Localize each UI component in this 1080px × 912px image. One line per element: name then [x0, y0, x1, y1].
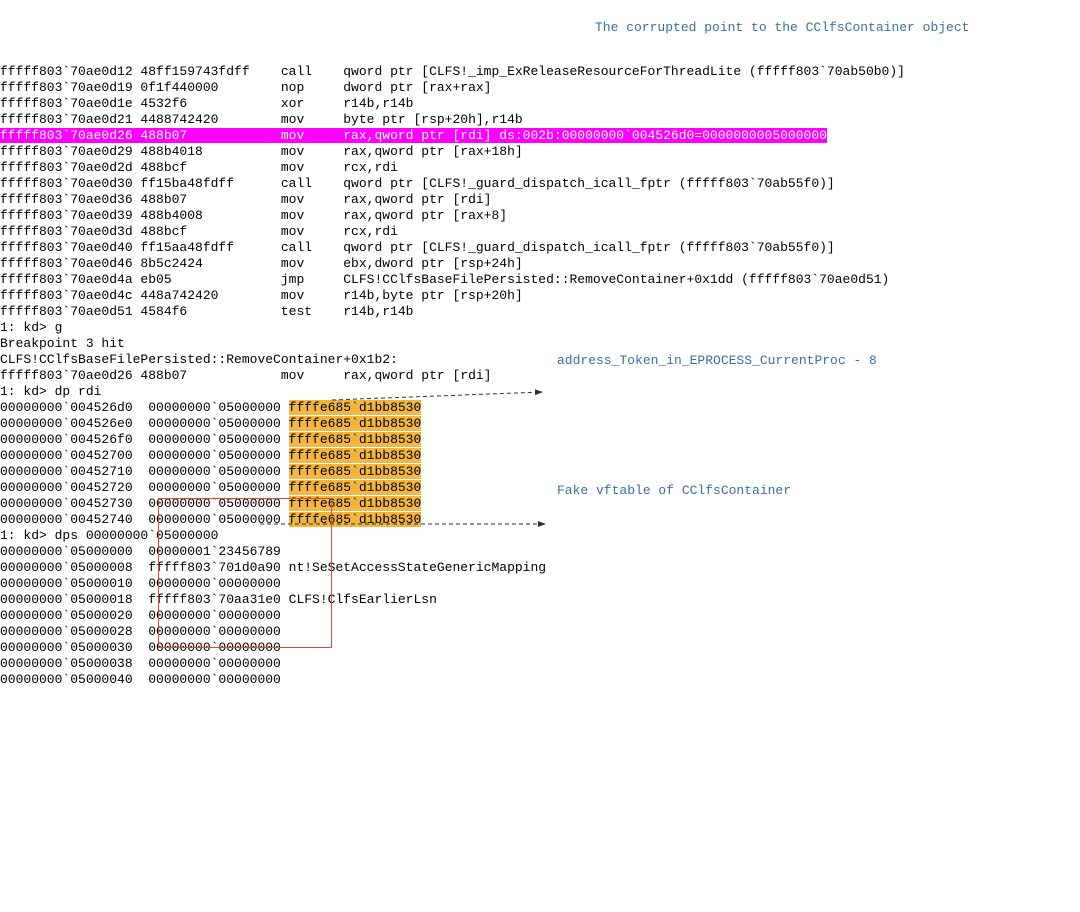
memory-row: 00000000`00452700 00000000`05000000 ffff… [0, 448, 1080, 464]
debugger-output-line: Breakpoint 3 hit [0, 336, 1080, 352]
disasm-line: fffff803`70ae0d21 4488742420 mov byte pt… [0, 112, 1080, 128]
memory-row: 00000000`00452710 00000000`05000000 ffff… [0, 464, 1080, 480]
disasm-line: fffff803`70ae0d39 488b4008 mov rax,qword… [0, 208, 1080, 224]
arrow-to-token-annot [332, 356, 552, 424]
disasm-line: fffff803`70ae0d4c 448a742420 mov r14b,by… [0, 288, 1080, 304]
disasm-line: fffff803`70ae0d12 48ff159743fdff call qw… [0, 64, 1080, 80]
disasm-line: fffff803`70ae0d51 4584f6 test r14b,r14b [0, 304, 1080, 320]
disasm-line: fffff803`70ae0d40 ff15aa48fdff call qwor… [0, 240, 1080, 256]
disasm-line: fffff803`70ae0d46 8b5c2424 mov ebx,dword… [0, 256, 1080, 272]
disasm-line: fffff803`70ae0d2d 488bcf mov rcx,rdi [0, 160, 1080, 176]
disasm-line: fffff803`70ae0d26 488b07 mov rax,qword p… [0, 128, 1080, 144]
disasm-line: fffff803`70ae0d36 488b07 mov rax,qword p… [0, 192, 1080, 208]
disasm-line: fffff803`70ae0d3d 488bcf mov rcx,rdi [0, 224, 1080, 240]
disasm-line: fffff803`70ae0d1e 4532f6 xor r14b,r14b [0, 96, 1080, 112]
annotation-address-token: address_Token_in_EPROCESS_CurrentProc - … [557, 353, 877, 369]
memory-row: 00000000`05000038 00000000`00000000 [0, 656, 1080, 672]
disasm-line: fffff803`70ae0d29 488b4018 mov rax,qword… [0, 144, 1080, 160]
memory-row: 00000000`004526f0 00000000`05000000 ffff… [0, 432, 1080, 448]
red-highlight-box [158, 498, 332, 648]
disasm-line: fffff803`70ae0d19 0f1f440000 nop dword p… [0, 80, 1080, 96]
annotation-corrupted: The corrupted point to the CClfsContaine… [595, 20, 969, 36]
annotation-fake-vftable: Fake vftable of CClfsContainer [557, 483, 791, 499]
disasm-line: fffff803`70ae0d30 ff15ba48fdff call qwor… [0, 176, 1080, 192]
disasm-line: fffff803`70ae0d4a eb05 jmp CLFS!CClfsBas… [0, 272, 1080, 288]
memory-row: 00000000`05000040 00000000`00000000 [0, 672, 1080, 688]
debugger-output-line: 1: kd> g [0, 320, 1080, 336]
